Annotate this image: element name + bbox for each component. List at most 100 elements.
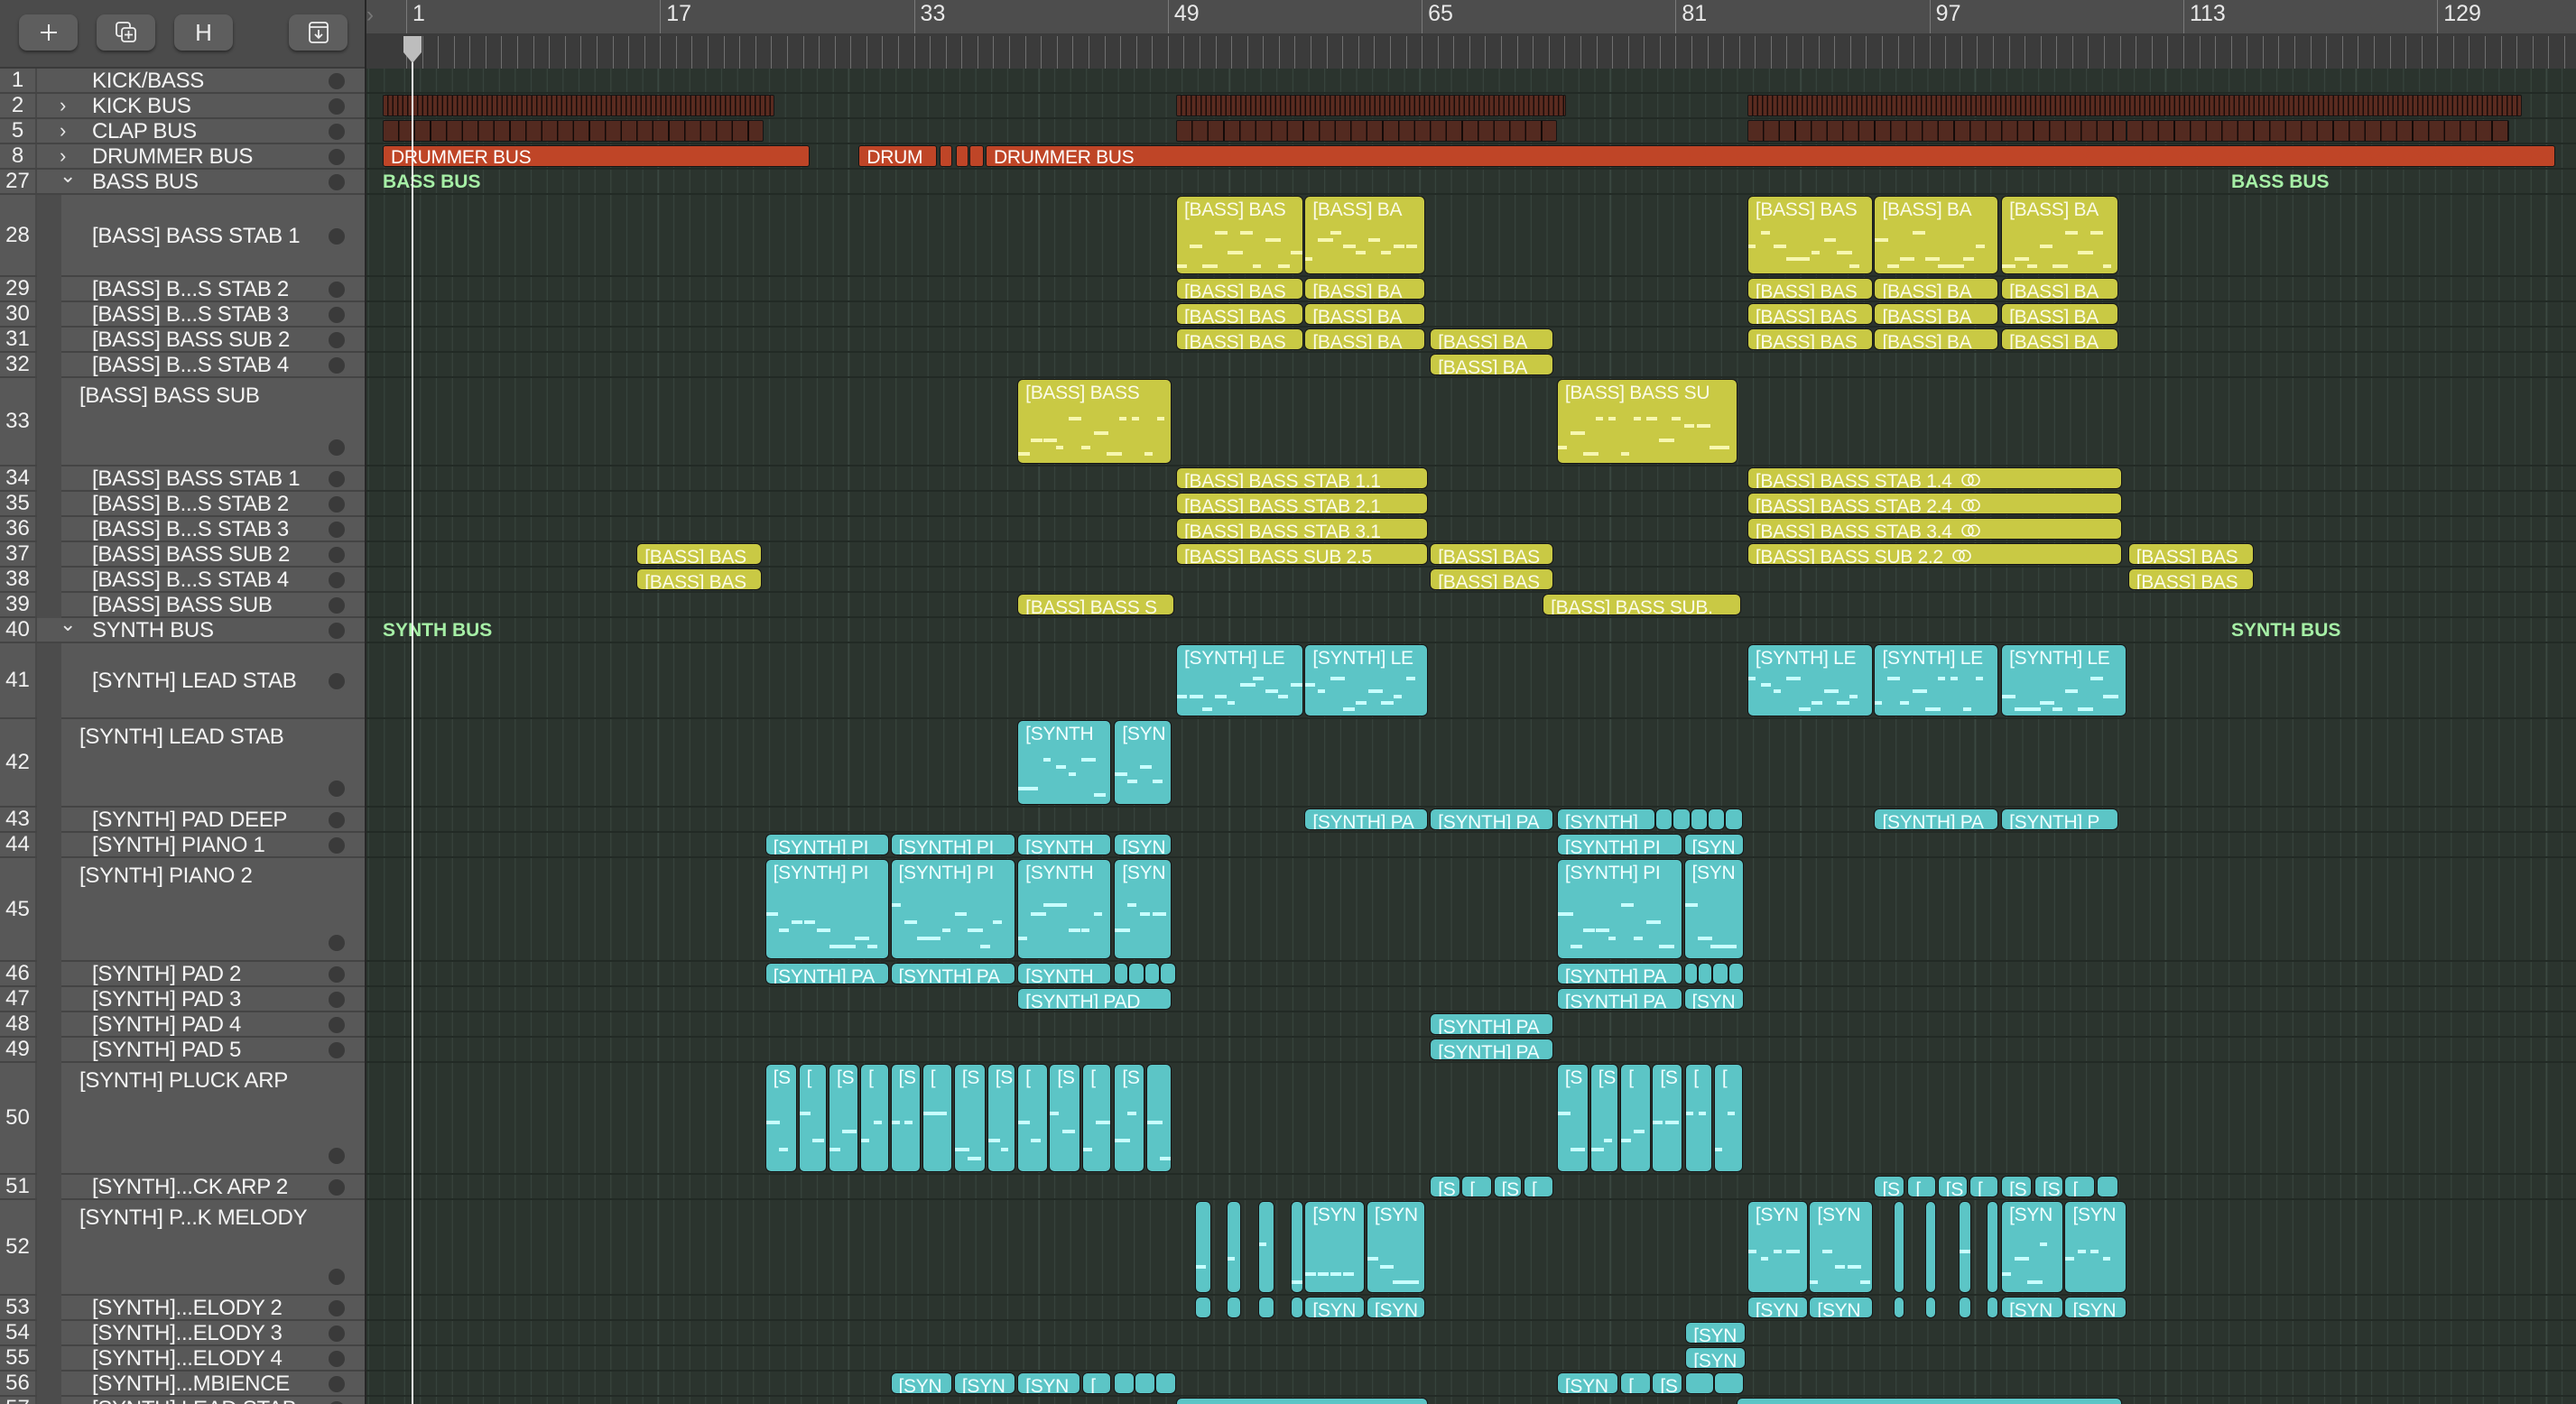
midi-region[interactable]: [ xyxy=(1082,1064,1111,1172)
timeline-ruler[interactable]: 1 17 33 49 65 81 97 113 129 › xyxy=(366,0,2576,69)
chevron-right-icon[interactable]: › xyxy=(60,119,66,143)
midi-region[interactable]: [SYN xyxy=(1114,720,1172,805)
audio-region[interactable] xyxy=(1747,120,2127,142)
midi-region[interactable] xyxy=(1195,1201,1211,1293)
midi-region[interactable]: [BASS] BA xyxy=(1874,328,1998,350)
midi-region[interactable]: [S xyxy=(2034,1176,2063,1197)
midi-region[interactable] xyxy=(1683,963,1699,984)
chevron-right-icon[interactable]: › xyxy=(60,94,66,117)
track-header[interactable]: 54 [SYNTH]...ELODY 3 xyxy=(0,1320,365,1346)
midi-region[interactable] xyxy=(1698,963,1713,984)
track-header[interactable]: 40 ⌄ SYNTH BUS xyxy=(0,613,365,643)
midi-region[interactable]: [BASS] BASS STAB 3.1 xyxy=(1175,518,1429,540)
midi-region[interactable] xyxy=(1227,1201,1242,1293)
track-header[interactable]: 43 [SYNTH] PAD DEEP xyxy=(0,807,365,833)
track-lane[interactable]: [BASS] BAS [BASS] BA [BASS] BAS [BASS] BA [B… xyxy=(366,302,2576,328)
track-lane[interactable]: [BASS] BASS [BASS] BASS SU xyxy=(366,378,2576,466)
track-lane[interactable]: [BASS] BASS STAB 1.1 [BASS] BASS STAB 1.4 xyxy=(366,466,2576,492)
track-header[interactable]: 30 [BASS] B...S STAB 3 xyxy=(0,301,365,328)
midi-region[interactable]: [BASS] BASS SUB 2.5 xyxy=(1175,543,1429,565)
track-lane[interactable]: [SYN [SYN [SYN [[SYN [[S xyxy=(366,1372,2576,1397)
midi-region[interactable]: [BASS] BAS xyxy=(2127,543,2254,565)
midi-region[interactable]: [SYNTH] PI xyxy=(764,859,889,959)
record-enable-button[interactable] xyxy=(329,73,345,89)
track-lane[interactable]: [BASS] BAS [BASS] BA [BASS] BA [BASS] BAS [B… xyxy=(366,328,2576,353)
track-lane[interactable]: [BASS] BAS [BASS] BAS [BASS] BAS xyxy=(366,568,2576,593)
audio-region[interactable] xyxy=(1175,120,1557,142)
midi-region[interactable] xyxy=(1144,963,1161,984)
midi-region[interactable] xyxy=(1958,1297,1971,1318)
midi-region[interactable]: [BASS] BA xyxy=(1304,278,1425,300)
track-header[interactable]: 45 [SYNTH] PIANO 2 xyxy=(0,858,365,962)
midi-region[interactable]: [SYN xyxy=(2064,1201,2127,1293)
midi-region[interactable]: [S xyxy=(1937,1176,1969,1197)
track-lane[interactable]: [BASS] BASS S [BASS] BASS SUB. xyxy=(366,593,2576,618)
track-lane[interactable]: [SYNTH] PI [SYNTH] PI [SYNTH [SYN [SYNTH] PI… xyxy=(366,833,2576,858)
track-header[interactable]: 41 [SYNTH] LEAD STAB xyxy=(0,643,365,719)
midi-region[interactable]: [BASS] BAS xyxy=(1175,328,1303,350)
midi-region[interactable]: [ xyxy=(1969,1176,1998,1197)
chevron-down-icon[interactable]: ⌄ xyxy=(60,164,76,188)
midi-region[interactable]: [BASS] BAS xyxy=(636,543,763,565)
midi-region[interactable] xyxy=(1713,1372,1745,1394)
audio-region[interactable] xyxy=(2127,120,2509,142)
midi-region[interactable]: [S xyxy=(1652,1064,1682,1172)
midi-region[interactable] xyxy=(1155,1372,1176,1394)
record-enable-button[interactable] xyxy=(329,781,345,797)
record-enable-button[interactable] xyxy=(329,282,345,298)
midi-region[interactable]: [BASS] BA xyxy=(1304,328,1425,350)
midi-region[interactable]: [BASS] BAS xyxy=(1175,303,1303,325)
record-enable-button[interactable] xyxy=(329,935,345,951)
midi-region[interactable]: [BASS] BASS STAB 1.4 xyxy=(1747,467,2122,489)
record-enable-button[interactable] xyxy=(329,1148,345,1164)
midi-region[interactable]: [SYNTH] PA xyxy=(1874,808,1998,830)
record-enable-button[interactable] xyxy=(329,966,345,983)
midi-region[interactable]: [BASS] BASS STAB 1.1 xyxy=(1175,467,1429,489)
chevron-down-icon[interactable]: ⌄ xyxy=(60,613,76,636)
track-lane[interactable]: [SYNTH] PAD [SYNTH] PA [SYN xyxy=(366,987,2576,1012)
track-lane[interactable]: SYNTH BUS SYNTH BUS xyxy=(366,618,2576,643)
midi-region[interactable]: [BASS] BA xyxy=(1874,196,1998,274)
midi-region[interactable] xyxy=(1690,808,1708,830)
track-header[interactable]: 51 [SYNTH]...CK ARP 2 xyxy=(0,1174,365,1200)
track-lane[interactable]: [SYN xyxy=(366,1346,2576,1372)
midi-region[interactable]: [SYN xyxy=(2064,1297,2127,1318)
midi-region[interactable]: [ xyxy=(1620,1064,1651,1172)
midi-region[interactable] xyxy=(1987,1201,1998,1293)
midi-region[interactable]: [BASS] BA xyxy=(1430,354,1554,375)
midi-region[interactable]: [S xyxy=(1652,1372,1682,1394)
duplicate-track-button[interactable] xyxy=(97,14,155,51)
midi-region[interactable]: [SYN xyxy=(1114,859,1172,959)
record-enable-button[interactable] xyxy=(329,673,345,689)
midi-region[interactable]: [SYNTH] LE xyxy=(2001,644,2127,716)
midi-region[interactable]: [SYNTH] PA xyxy=(1556,988,1682,1010)
midi-region[interactable]: [S xyxy=(1874,1176,1904,1197)
midi-region[interactable] xyxy=(1893,1201,1904,1293)
midi-region[interactable] xyxy=(1673,808,1691,830)
midi-region[interactable]: [BASS] BA xyxy=(1430,328,1554,350)
midi-region[interactable] xyxy=(969,145,985,167)
midi-region[interactable]: [S xyxy=(764,1064,797,1172)
download-button[interactable] xyxy=(289,14,347,51)
midi-region[interactable]: [SYNTH] LE xyxy=(1175,644,1303,716)
record-enable-button[interactable] xyxy=(329,1300,345,1316)
midi-region[interactable]: [S xyxy=(953,1064,986,1172)
track-header[interactable]: 49 [SYNTH] PAD 5 xyxy=(0,1037,365,1063)
midi-region[interactable]: [BASS] BA xyxy=(1304,196,1425,274)
collapse-chevron-icon[interactable]: › xyxy=(366,0,383,33)
midi-region[interactable]: [SYNTH] PI xyxy=(1556,859,1682,959)
midi-region[interactable]: [BASS] BAS xyxy=(1430,543,1554,565)
midi-region[interactable]: [BASS] BAS xyxy=(1175,196,1303,274)
midi-region[interactable]: [SYNTH] PA xyxy=(1430,1039,1554,1060)
midi-region[interactable]: [S xyxy=(1049,1064,1081,1172)
midi-region[interactable] xyxy=(1736,1398,2122,1404)
audio-region[interactable] xyxy=(1747,95,2522,116)
track-lane[interactable]: [S [[S [[S [[S [[S [S [ xyxy=(366,1175,2576,1200)
track-header[interactable]: 35 [BASS] B...S STAB 2 xyxy=(0,491,365,517)
midi-region[interactable]: [BASS] BASS STAB 2.4 xyxy=(1747,493,2122,514)
track-lane[interactable]: [S [[S [[S [[S [S [[S [[S [S [S [[S [[ xyxy=(366,1063,2576,1175)
track-lane[interactable]: [BASS] BAS [BASS] BASS SUB 2.5 [BASS] BAS [… xyxy=(366,542,2576,568)
midi-region[interactable]: [BASS] BASS SUB 2.2 xyxy=(1747,543,2122,565)
record-enable-button[interactable] xyxy=(329,307,345,323)
midi-region[interactable]: [SYN xyxy=(1747,1297,1808,1318)
